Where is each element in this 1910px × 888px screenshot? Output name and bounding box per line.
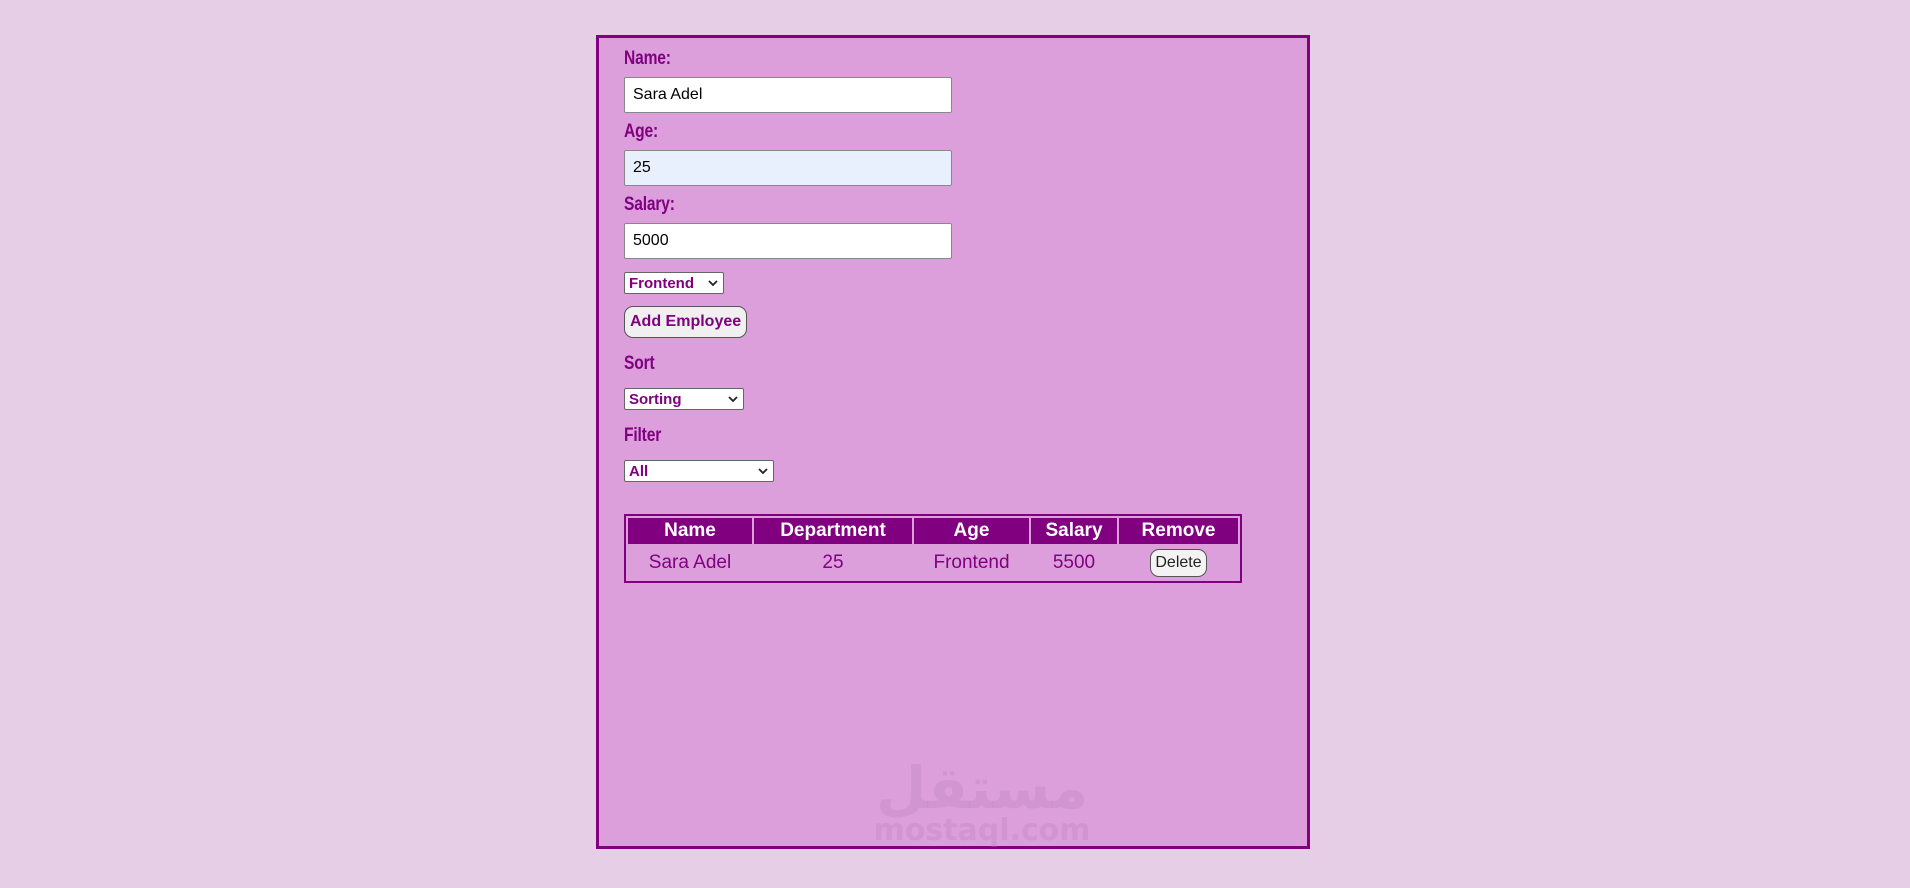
watermark: مستقل mostaql.com [862, 754, 1102, 848]
cell-remove: Delete [1119, 546, 1238, 580]
sort-label: Sort [624, 353, 655, 374]
watermark-arabic: مستقل [875, 754, 1089, 822]
cell-salary: 5500 [1052, 552, 1096, 573]
filter-selected-value: All [629, 462, 649, 480]
add-employee-button[interactable]: Add Employee [624, 306, 748, 338]
employee-table: Name Department Age Salary Remove Sara A… [624, 514, 1242, 583]
age-input[interactable] [624, 150, 952, 186]
department-select[interactable]: Frontend [624, 272, 724, 294]
column-header-name: Name [628, 518, 752, 544]
department-selected-value: Frontend [629, 274, 694, 292]
filter-label: Filter [624, 425, 662, 446]
cell-department: 25 [822, 552, 844, 573]
age-label: Age: [624, 121, 658, 142]
employee-form: Name: Age: Salary: Frontend Add Employee… [624, 38, 1307, 846]
filter-select[interactable]: All [624, 460, 774, 482]
chevron-down-icon [758, 468, 768, 475]
table-header-row: Name Department Age Salary Remove [628, 518, 1238, 544]
sort-selected-value: Sorting [629, 390, 682, 408]
column-header-department: Department [754, 518, 912, 544]
cell-name: Sara Adel [648, 552, 732, 573]
chevron-down-icon [708, 280, 718, 287]
salary-input[interactable] [624, 223, 952, 259]
watermark-latin: mostaql.com [873, 813, 1091, 848]
salary-label: Salary: [624, 194, 675, 215]
chevron-down-icon [728, 396, 738, 403]
column-header-salary: Salary [1031, 518, 1117, 544]
column-header-age: Age [914, 518, 1029, 544]
table-row: Sara Adel 25 Frontend 5500 Delete [628, 546, 1238, 580]
employee-panel: Name: Age: Salary: Frontend Add Employee… [596, 35, 1310, 849]
name-label: Name: [624, 48, 671, 69]
delete-button[interactable]: Delete [1150, 549, 1207, 577]
column-header-remove: Remove [1119, 518, 1238, 544]
name-input[interactable] [624, 77, 952, 113]
cell-age: Frontend [933, 552, 1010, 573]
sort-select[interactable]: Sorting [624, 388, 744, 410]
